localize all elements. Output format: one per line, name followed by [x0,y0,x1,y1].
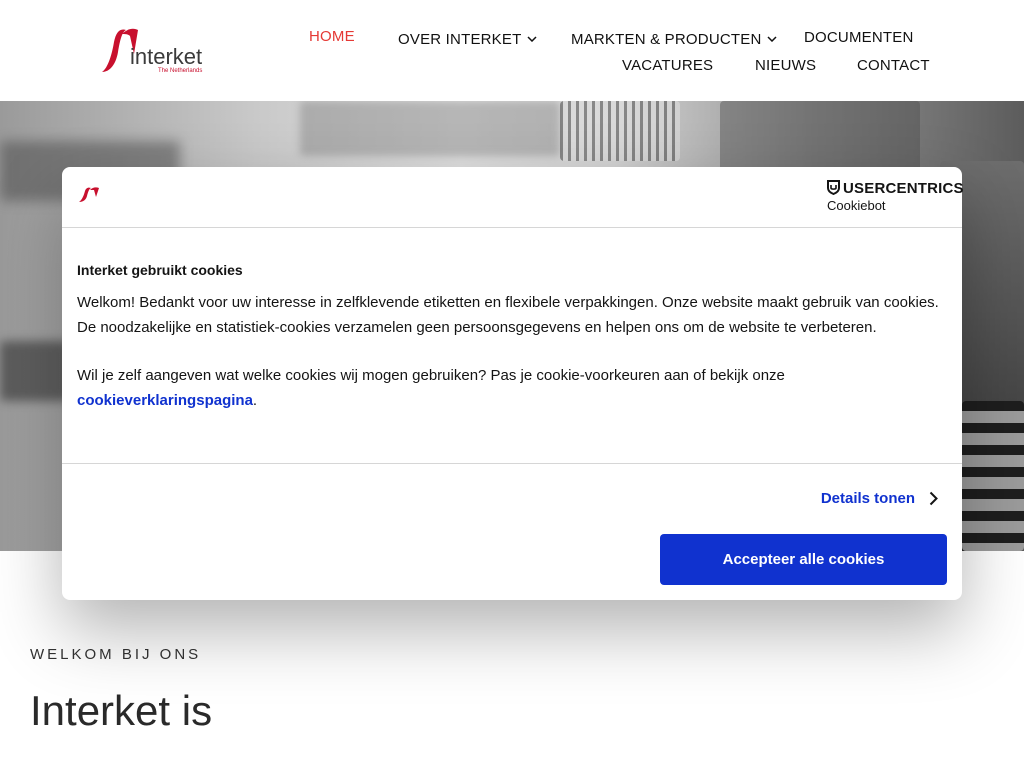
cookie-declaration-link[interactable]: cookieverklaringspagina [77,392,253,409]
nav-nieuws-label: NIEUWS [755,57,817,74]
brand-name-row: USERCENTRICS [827,180,964,200]
nav-contact[interactable]: CONTACT [857,57,930,75]
welcome-title: Interket is [30,687,213,734]
nav-home[interactable]: HOME [309,28,355,46]
brand-product: Cookiebot [827,198,886,213]
interket-logo[interactable]: interket The Netherlands [100,24,212,76]
hero-rollers [962,401,1024,551]
site-header: interket The Netherlands HOME OVER INTER… [0,0,1024,101]
nav-over-interket[interactable]: OVER INTERKET [398,29,537,49]
hero-shape [720,101,920,171]
chevron-down-icon [527,29,537,47]
cookie-dialog-title: Interket gebruikt cookies [77,262,243,278]
logo-tagline: The Netherlands [158,68,203,74]
brand-name: USERCENTRICS [843,180,964,197]
usercentrics-brand[interactable]: USERCENTRICS Cookiebot [827,180,964,214]
nav-vacatures-label: VACATURES [622,57,714,74]
hero-grille [560,101,680,161]
show-details-button[interactable]: Details tonen [821,488,938,510]
cookie-dialog-divider [62,463,962,464]
nav-nieuws[interactable]: NIEUWS [755,57,816,75]
cookie-dialog-paragraph-2: Wil je zelf aangeven wat welke cookies w… [77,364,947,413]
nav-documenten[interactable]: DOCUMENTEN [804,29,914,47]
welcome-label: WELKOM BIJ ONS [30,646,202,663]
hero-shape [300,101,560,156]
logo-wordmark: interket [130,44,203,69]
shield-icon [827,180,840,200]
cookie-consent-dialog: USERCENTRICS Cookiebot Interket gebruikt… [62,167,964,600]
nav-documenten-label: DOCUMENTEN [804,29,914,46]
paragraph-2-text: Wil je zelf aangeven wat welke cookies w… [77,367,785,384]
paragraph-2-end: . [252,391,258,409]
cookie-dialog-paragraph-1: Welkom! Bedankt voor uw interesse in zel… [77,294,939,336]
hero-shape [0,341,70,401]
nav-contact-label: CONTACT [857,57,930,74]
show-details-label: Details tonen [820,490,915,507]
interket-mini-logo-icon [78,187,100,208]
nav-vacatures[interactable]: VACATURES [622,57,713,75]
chevron-down-icon [767,29,778,47]
nav-markten-producten[interactable]: MARKTEN & PRODUCTEN [571,29,778,49]
chevron-right-icon [929,491,938,513]
accept-all-cookies-button[interactable]: Accepteer alle cookies [660,534,947,585]
cookie-dialog-body: Interket gebruikt cookies Welkom! Bedank… [77,243,947,413]
nav-markten-label: MARKTEN & PRODUCTEN [571,31,762,48]
cookie-dialog-header: USERCENTRICS Cookiebot [62,167,964,228]
nav-home-label: HOME [309,28,355,45]
nav-over-label: OVER INTERKET [398,31,522,48]
